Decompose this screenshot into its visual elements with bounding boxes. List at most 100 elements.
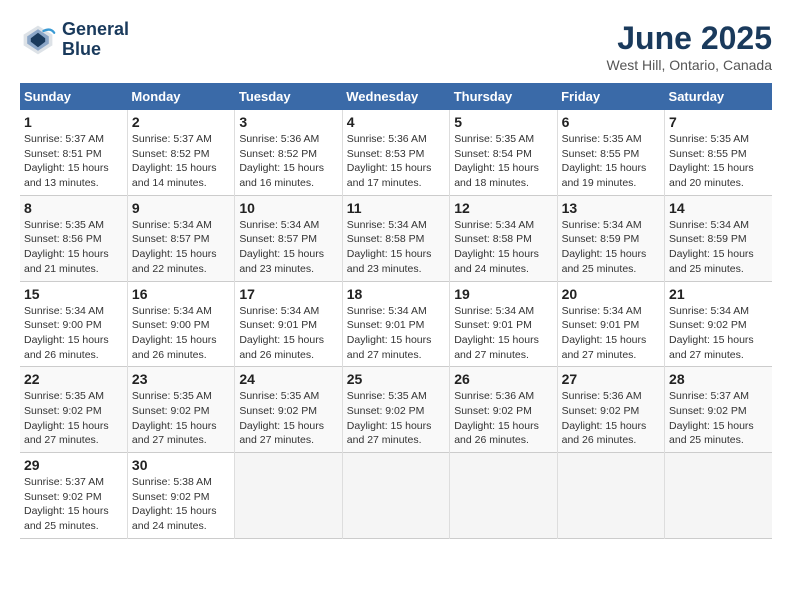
day-number: 5: [454, 114, 552, 130]
day-cell: 16 Sunrise: 5:34 AM Sunset: 9:00 PM Dayl…: [127, 281, 234, 367]
day-cell: 11 Sunrise: 5:34 AM Sunset: 8:58 PM Dayl…: [342, 195, 449, 281]
day-number: 4: [347, 114, 445, 130]
day-number: 3: [239, 114, 337, 130]
day-cell: 18 Sunrise: 5:34 AM Sunset: 9:01 PM Dayl…: [342, 281, 449, 367]
page-header: General Blue June 2025 West Hill, Ontari…: [20, 20, 772, 73]
day-number: 15: [24, 286, 123, 302]
day-cell: 13 Sunrise: 5:34 AM Sunset: 8:59 PM Dayl…: [557, 195, 664, 281]
day-info: Sunrise: 5:35 AM Sunset: 8:54 PM Dayligh…: [454, 132, 552, 191]
day-info: Sunrise: 5:35 AM Sunset: 8:56 PM Dayligh…: [24, 218, 123, 277]
day-info: Sunrise: 5:35 AM Sunset: 8:55 PM Dayligh…: [669, 132, 768, 191]
day-number: 8: [24, 200, 123, 216]
day-info: Sunrise: 5:34 AM Sunset: 9:01 PM Dayligh…: [562, 304, 660, 363]
day-info: Sunrise: 5:35 AM Sunset: 9:02 PM Dayligh…: [347, 389, 445, 448]
day-number: 2: [132, 114, 230, 130]
day-info: Sunrise: 5:34 AM Sunset: 8:59 PM Dayligh…: [562, 218, 660, 277]
day-number: 14: [669, 200, 768, 216]
day-cell: 15 Sunrise: 5:34 AM Sunset: 9:00 PM Dayl…: [20, 281, 127, 367]
day-info: Sunrise: 5:34 AM Sunset: 8:58 PM Dayligh…: [454, 218, 552, 277]
day-cell: [557, 453, 664, 539]
col-saturday: Saturday: [665, 83, 772, 110]
logo-icon: [20, 22, 56, 58]
day-number: 28: [669, 371, 768, 387]
day-number: 1: [24, 114, 123, 130]
col-wednesday: Wednesday: [342, 83, 449, 110]
day-cell: 28 Sunrise: 5:37 AM Sunset: 9:02 PM Dayl…: [665, 367, 772, 453]
day-info: Sunrise: 5:34 AM Sunset: 8:57 PM Dayligh…: [132, 218, 230, 277]
day-number: 6: [562, 114, 660, 130]
week-row-3: 15 Sunrise: 5:34 AM Sunset: 9:00 PM Dayl…: [20, 281, 772, 367]
day-info: Sunrise: 5:37 AM Sunset: 9:02 PM Dayligh…: [24, 475, 123, 534]
day-info: Sunrise: 5:38 AM Sunset: 9:02 PM Dayligh…: [132, 475, 230, 534]
title-area: June 2025 West Hill, Ontario, Canada: [607, 20, 772, 73]
day-number: 21: [669, 286, 768, 302]
day-info: Sunrise: 5:36 AM Sunset: 8:52 PM Dayligh…: [239, 132, 337, 191]
day-number: 17: [239, 286, 337, 302]
day-cell: 14 Sunrise: 5:34 AM Sunset: 8:59 PM Dayl…: [665, 195, 772, 281]
day-info: Sunrise: 5:36 AM Sunset: 8:53 PM Dayligh…: [347, 132, 445, 191]
week-row-1: 1 Sunrise: 5:37 AM Sunset: 8:51 PM Dayli…: [20, 110, 772, 195]
day-info: Sunrise: 5:37 AM Sunset: 9:02 PM Dayligh…: [669, 389, 768, 448]
week-row-5: 29 Sunrise: 5:37 AM Sunset: 9:02 PM Dayl…: [20, 453, 772, 539]
day-cell: 30 Sunrise: 5:38 AM Sunset: 9:02 PM Dayl…: [127, 453, 234, 539]
calendar-title: June 2025: [607, 20, 772, 57]
day-info: Sunrise: 5:34 AM Sunset: 9:01 PM Dayligh…: [454, 304, 552, 363]
day-info: Sunrise: 5:34 AM Sunset: 8:58 PM Dayligh…: [347, 218, 445, 277]
col-tuesday: Tuesday: [235, 83, 342, 110]
day-cell: 27 Sunrise: 5:36 AM Sunset: 9:02 PM Dayl…: [557, 367, 664, 453]
day-info: Sunrise: 5:35 AM Sunset: 9:02 PM Dayligh…: [239, 389, 337, 448]
day-number: 12: [454, 200, 552, 216]
day-cell: 25 Sunrise: 5:35 AM Sunset: 9:02 PM Dayl…: [342, 367, 449, 453]
col-friday: Friday: [557, 83, 664, 110]
day-info: Sunrise: 5:34 AM Sunset: 9:02 PM Dayligh…: [669, 304, 768, 363]
day-cell: 2 Sunrise: 5:37 AM Sunset: 8:52 PM Dayli…: [127, 110, 234, 195]
day-number: 18: [347, 286, 445, 302]
day-info: Sunrise: 5:37 AM Sunset: 8:52 PM Dayligh…: [132, 132, 230, 191]
day-info: Sunrise: 5:35 AM Sunset: 8:55 PM Dayligh…: [562, 132, 660, 191]
day-info: Sunrise: 5:34 AM Sunset: 9:01 PM Dayligh…: [347, 304, 445, 363]
day-number: 24: [239, 371, 337, 387]
day-cell: 26 Sunrise: 5:36 AM Sunset: 9:02 PM Dayl…: [450, 367, 557, 453]
day-number: 16: [132, 286, 230, 302]
day-cell: 17 Sunrise: 5:34 AM Sunset: 9:01 PM Dayl…: [235, 281, 342, 367]
day-cell: 24 Sunrise: 5:35 AM Sunset: 9:02 PM Dayl…: [235, 367, 342, 453]
day-info: Sunrise: 5:35 AM Sunset: 9:02 PM Dayligh…: [132, 389, 230, 448]
day-info: Sunrise: 5:34 AM Sunset: 8:57 PM Dayligh…: [239, 218, 337, 277]
col-monday: Monday: [127, 83, 234, 110]
logo: General Blue: [20, 20, 129, 60]
day-info: Sunrise: 5:34 AM Sunset: 8:59 PM Dayligh…: [669, 218, 768, 277]
day-number: 26: [454, 371, 552, 387]
day-cell: 22 Sunrise: 5:35 AM Sunset: 9:02 PM Dayl…: [20, 367, 127, 453]
day-info: Sunrise: 5:34 AM Sunset: 9:00 PM Dayligh…: [24, 304, 123, 363]
day-number: 22: [24, 371, 123, 387]
day-cell: 8 Sunrise: 5:35 AM Sunset: 8:56 PM Dayli…: [20, 195, 127, 281]
day-info: Sunrise: 5:37 AM Sunset: 8:51 PM Dayligh…: [24, 132, 123, 191]
day-cell: 19 Sunrise: 5:34 AM Sunset: 9:01 PM Dayl…: [450, 281, 557, 367]
day-number: 13: [562, 200, 660, 216]
day-number: 9: [132, 200, 230, 216]
day-cell: 7 Sunrise: 5:35 AM Sunset: 8:55 PM Dayli…: [665, 110, 772, 195]
day-cell: 21 Sunrise: 5:34 AM Sunset: 9:02 PM Dayl…: [665, 281, 772, 367]
day-number: 23: [132, 371, 230, 387]
day-number: 7: [669, 114, 768, 130]
day-number: 20: [562, 286, 660, 302]
day-cell: 6 Sunrise: 5:35 AM Sunset: 8:55 PM Dayli…: [557, 110, 664, 195]
day-number: 19: [454, 286, 552, 302]
col-thursday: Thursday: [450, 83, 557, 110]
day-number: 29: [24, 457, 123, 473]
day-cell: [342, 453, 449, 539]
calendar-table: Sunday Monday Tuesday Wednesday Thursday…: [20, 83, 772, 539]
day-cell: [235, 453, 342, 539]
header-row: Sunday Monday Tuesday Wednesday Thursday…: [20, 83, 772, 110]
week-row-2: 8 Sunrise: 5:35 AM Sunset: 8:56 PM Dayli…: [20, 195, 772, 281]
day-cell: 12 Sunrise: 5:34 AM Sunset: 8:58 PM Dayl…: [450, 195, 557, 281]
day-info: Sunrise: 5:34 AM Sunset: 9:00 PM Dayligh…: [132, 304, 230, 363]
day-cell: [450, 453, 557, 539]
day-number: 27: [562, 371, 660, 387]
day-cell: 20 Sunrise: 5:34 AM Sunset: 9:01 PM Dayl…: [557, 281, 664, 367]
week-row-4: 22 Sunrise: 5:35 AM Sunset: 9:02 PM Dayl…: [20, 367, 772, 453]
day-cell: 4 Sunrise: 5:36 AM Sunset: 8:53 PM Dayli…: [342, 110, 449, 195]
day-number: 11: [347, 200, 445, 216]
day-cell: [665, 453, 772, 539]
logo-text: General Blue: [62, 20, 129, 60]
